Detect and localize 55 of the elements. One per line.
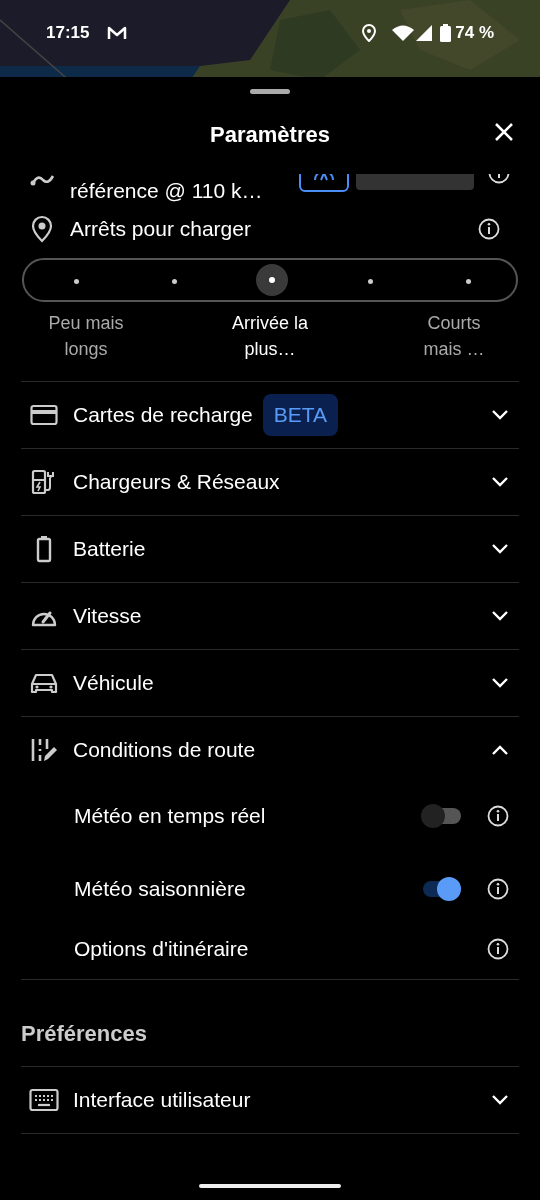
chevron-down-icon [491,610,509,622]
battery-percent: 74 % [455,22,494,45]
setting-label: Météo saisonnière [74,876,246,903]
section-row[interactable]: Batterie [21,516,519,582]
sheet-title: Paramètres [210,120,330,149]
chevron-down-icon [491,1094,509,1106]
location-icon [362,24,377,42]
drag-handle[interactable] [250,89,290,94]
car-icon [29,671,59,695]
map-pin-icon [30,215,54,243]
route-icon [30,174,56,186]
keyboard-icon [29,1088,59,1112]
chevron-down-icon [491,409,509,421]
info-icon[interactable] [487,938,509,960]
wifi-icon [392,25,415,41]
section-label: Véhicule [73,670,154,697]
setting-label: Arrêts pour charger [70,216,251,243]
section-label: Conditions de route [73,737,256,764]
info-icon[interactable] [487,878,509,900]
setting-label: Météo en temps réel [74,803,266,830]
section-label: Interface utilisateur [73,1087,251,1114]
section-label: Vitesse [73,603,142,630]
section-label: Cartes de recharge [73,402,253,429]
setting-label: Options d'itinéraire [74,936,249,963]
slider-option-label[interactable]: Arrivée la plus… [229,310,311,381]
signal-icon [416,25,433,41]
chevron-down-icon [491,476,509,488]
chevron-down-icon [491,677,509,689]
setting-label: référence @ 110 k… [70,177,263,204]
section-label: Chargeurs & Réseaux [73,469,280,496]
close-button[interactable] [494,122,514,142]
sliders-pencil-icon [29,737,59,763]
info-icon[interactable] [478,218,500,240]
section-row[interactable]: Vitesse [21,583,519,649]
section-row[interactable]: Interface utilisateur [21,1067,519,1133]
battery-icon [440,24,452,42]
section-row[interactable]: Véhicule [21,650,519,716]
toggle-switch[interactable] [421,877,461,901]
beta-badge: BETA [262,394,339,436]
chevron-down-icon [491,543,509,555]
section-row[interactable]: Chargeurs & Réseaux [21,449,519,515]
section-heading: Préférences [21,1019,147,1048]
info-icon[interactable] [487,805,509,827]
section-row[interactable]: Conditions de route [21,717,519,783]
slider-option-label[interactable]: Peu mais longs [45,310,127,381]
mail-icon [107,25,128,41]
card-icon [29,404,59,426]
chevron-up-icon [491,744,509,756]
toggle-switch[interactable] [421,804,461,828]
slider-option-label[interactable]: Courts mais … [413,310,495,381]
slider-thumb[interactable] [256,264,288,296]
section-label: Batterie [73,536,146,563]
stops-slider[interactable] [22,258,518,302]
status-time: 17:15 [46,22,90,45]
section-row[interactable]: Cartes de recharge BETA [21,382,519,448]
